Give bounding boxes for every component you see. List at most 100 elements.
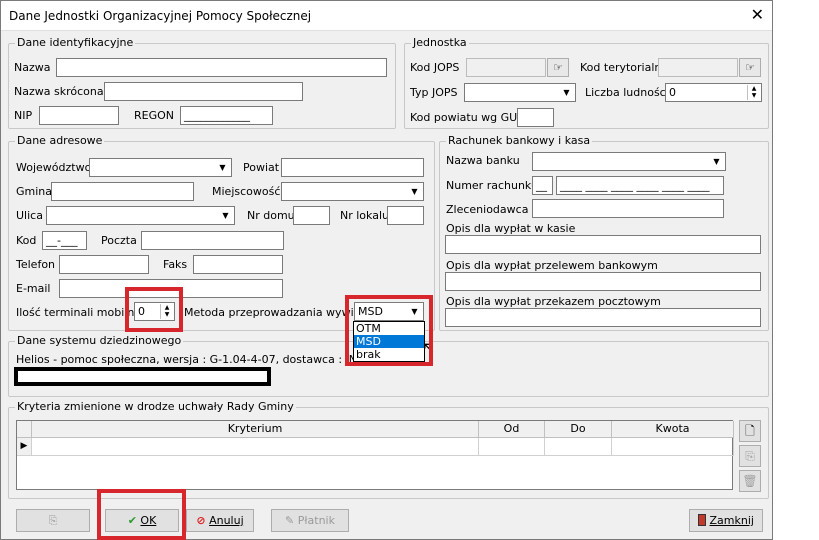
metoda-dropdown-list[interactable]: OTM MSD brak: [353, 321, 425, 362]
telefon-label: Telefon: [16, 258, 56, 271]
email-input[interactable]: [59, 279, 283, 298]
spinner-arrows-icon[interactable]: ▲ ▼: [747, 85, 760, 100]
checkmark-icon: ✔: [127, 514, 137, 527]
chevron-down-icon[interactable]: ▼: [408, 185, 421, 198]
table-header-kryterium[interactable]: Kryterium: [32, 421, 479, 438]
platnik-label: Płatnik: [297, 514, 335, 527]
table-header-do[interactable]: Do: [545, 421, 612, 438]
table-cell[interactable]: [32, 438, 479, 456]
kod-jops-picker-icon[interactable]: ☞: [547, 58, 569, 77]
zamknij-label: Zamknij: [709, 514, 754, 527]
table-cell[interactable]: [479, 438, 545, 456]
bank-select[interactable]: ▼: [532, 152, 726, 171]
disabled-tool-button[interactable]: ⎘: [16, 509, 90, 532]
kod-jops-input[interactable]: [466, 58, 546, 77]
gmina-input[interactable]: [51, 182, 194, 201]
ilosc-spinner[interactable]: 0 ▲ ▼: [134, 302, 175, 321]
ok-button[interactable]: ✔ OK: [105, 509, 179, 532]
liczba-label: Liczba ludności: [585, 86, 669, 99]
table-header-kwota[interactable]: Kwota: [612, 421, 734, 438]
nazwa-input[interactable]: [56, 58, 387, 77]
cancel-icon: ⊘: [196, 514, 206, 527]
gmina-label: Gmina: [16, 185, 53, 198]
metoda-select[interactable]: MSD ▼: [354, 302, 424, 321]
dialog-window: Dane Jednostki Organizacyjnej Pomocy Spo…: [0, 0, 773, 540]
kod-powiatu-input[interactable]: [517, 108, 554, 127]
nazwa-label: Nazwa: [14, 61, 51, 74]
nip-input[interactable]: [39, 106, 119, 125]
table-header-marker: [17, 421, 32, 438]
chevron-down-icon[interactable]: ▼: [560, 86, 573, 99]
powiat-input[interactable]: [281, 158, 424, 177]
chevron-down-icon[interactable]: ▼: [219, 209, 232, 222]
anuluj-button[interactable]: ⊘ Anuluj: [186, 509, 254, 532]
row-marker-icon: ▶: [17, 438, 32, 456]
opis-poczta-input[interactable]: [445, 308, 761, 327]
numer-prefix-input[interactable]: __: [532, 176, 553, 195]
spinner-arrows-icon[interactable]: ▲ ▼: [160, 304, 173, 319]
regon-label: REGON: [134, 109, 175, 122]
kod-tery-label: Kod terytorialny: [580, 61, 668, 74]
opis-przelew-input[interactable]: [445, 272, 761, 291]
kryteria-legend: Kryteria zmienione w drodze uchwały Rady…: [15, 400, 296, 413]
nazwa-skrocona-input[interactable]: [104, 82, 303, 101]
numer-label: Numer rachunku: [446, 179, 538, 192]
email-label: E-mail: [16, 282, 51, 295]
woj-select[interactable]: ▼: [89, 158, 232, 177]
nr-lokalu-input[interactable]: [387, 206, 424, 225]
liczba-spinner[interactable]: 0 ▲ ▼: [665, 83, 762, 102]
redacted-bar: [14, 367, 271, 386]
opis-przelew-label: Opis dla wypłat przelewem bankowym: [446, 259, 658, 272]
kod-powiatu-label: Kod powiatu wg GUS: [410, 111, 525, 124]
table-cell[interactable]: [545, 438, 612, 456]
nr-lokalu-label: Nr lokalu: [340, 209, 389, 222]
metoda-option-brak[interactable]: brak: [354, 348, 424, 361]
nr-domu-label: Nr domu: [247, 209, 295, 222]
metoda-option-otm[interactable]: OTM: [354, 322, 424, 335]
zamknij-button[interactable]: Zamknij: [689, 509, 763, 532]
kod-jops-label: Kod JOPS: [410, 61, 460, 74]
metoda-option-msd[interactable]: MSD: [354, 335, 424, 348]
powiat-label: Powiat: [243, 161, 280, 174]
pen-icon: ✎: [285, 514, 295, 527]
delete-row-icon[interactable]: 🗑: [739, 470, 761, 492]
chevron-down-icon[interactable]: ▼: [216, 161, 229, 174]
faks-input[interactable]: [193, 255, 283, 274]
title-bar[interactable]: Dane Jednostki Organizacyjnej Pomocy Spo…: [1, 1, 772, 31]
add-row-icon[interactable]: 🗋: [739, 420, 761, 442]
poczta-input[interactable]: [141, 231, 284, 250]
nazwa-skrocona-label: Nazwa skrócona: [14, 85, 104, 98]
nip-label: NIP: [14, 109, 33, 122]
zlecen-input[interactable]: [532, 199, 724, 218]
chevron-down-icon[interactable]: ▼: [408, 305, 421, 318]
table-header-od[interactable]: Od: [479, 421, 545, 438]
ulica-label: Ulica: [16, 209, 43, 222]
opis-kasa-input[interactable]: [445, 235, 761, 254]
close-icon[interactable]: ✕: [751, 6, 764, 24]
adres-legend: Dane adresowe: [15, 134, 105, 147]
opis-kasa-label: Opis dla wypłat w kasie: [446, 222, 576, 235]
miejsc-label: Miejscowość: [212, 185, 281, 198]
liczba-value: 0: [669, 86, 676, 99]
platnik-button[interactable]: ✎ Płatnik: [271, 509, 349, 532]
jednostka-legend: Jednostka: [411, 36, 469, 49]
opis-poczta-label: Opis dla wypłat przekazem pocztowym: [446, 295, 661, 308]
kod-tery-input[interactable]: [658, 58, 738, 77]
nr-domu-input[interactable]: [293, 206, 330, 225]
table-cell[interactable]: [612, 438, 734, 456]
kod-input[interactable]: __-___: [42, 231, 87, 250]
typ-jops-label: Typ JOPS: [410, 86, 458, 99]
ulica-select[interactable]: ▼: [46, 206, 235, 225]
kod-tery-picker-icon[interactable]: ☞: [739, 58, 761, 77]
metoda-value: MSD: [358, 305, 383, 318]
numer-input[interactable]: ____ ____ ____ ____ ____ ____: [556, 176, 724, 195]
bank-label: Nazwa banku: [446, 154, 520, 167]
kryteria-table[interactable]: Kryterium Od Do Kwota ▶: [16, 420, 734, 490]
miejsc-select[interactable]: ▼: [281, 182, 424, 201]
chevron-down-icon[interactable]: ▼: [710, 155, 723, 168]
telefon-input[interactable]: [59, 255, 149, 274]
ilosc-value: 0: [138, 305, 145, 318]
regon-input[interactable]: ____________: [180, 106, 273, 125]
typ-jops-select[interactable]: ▼: [464, 83, 576, 102]
copy-row-icon[interactable]: ⎘: [739, 445, 761, 467]
